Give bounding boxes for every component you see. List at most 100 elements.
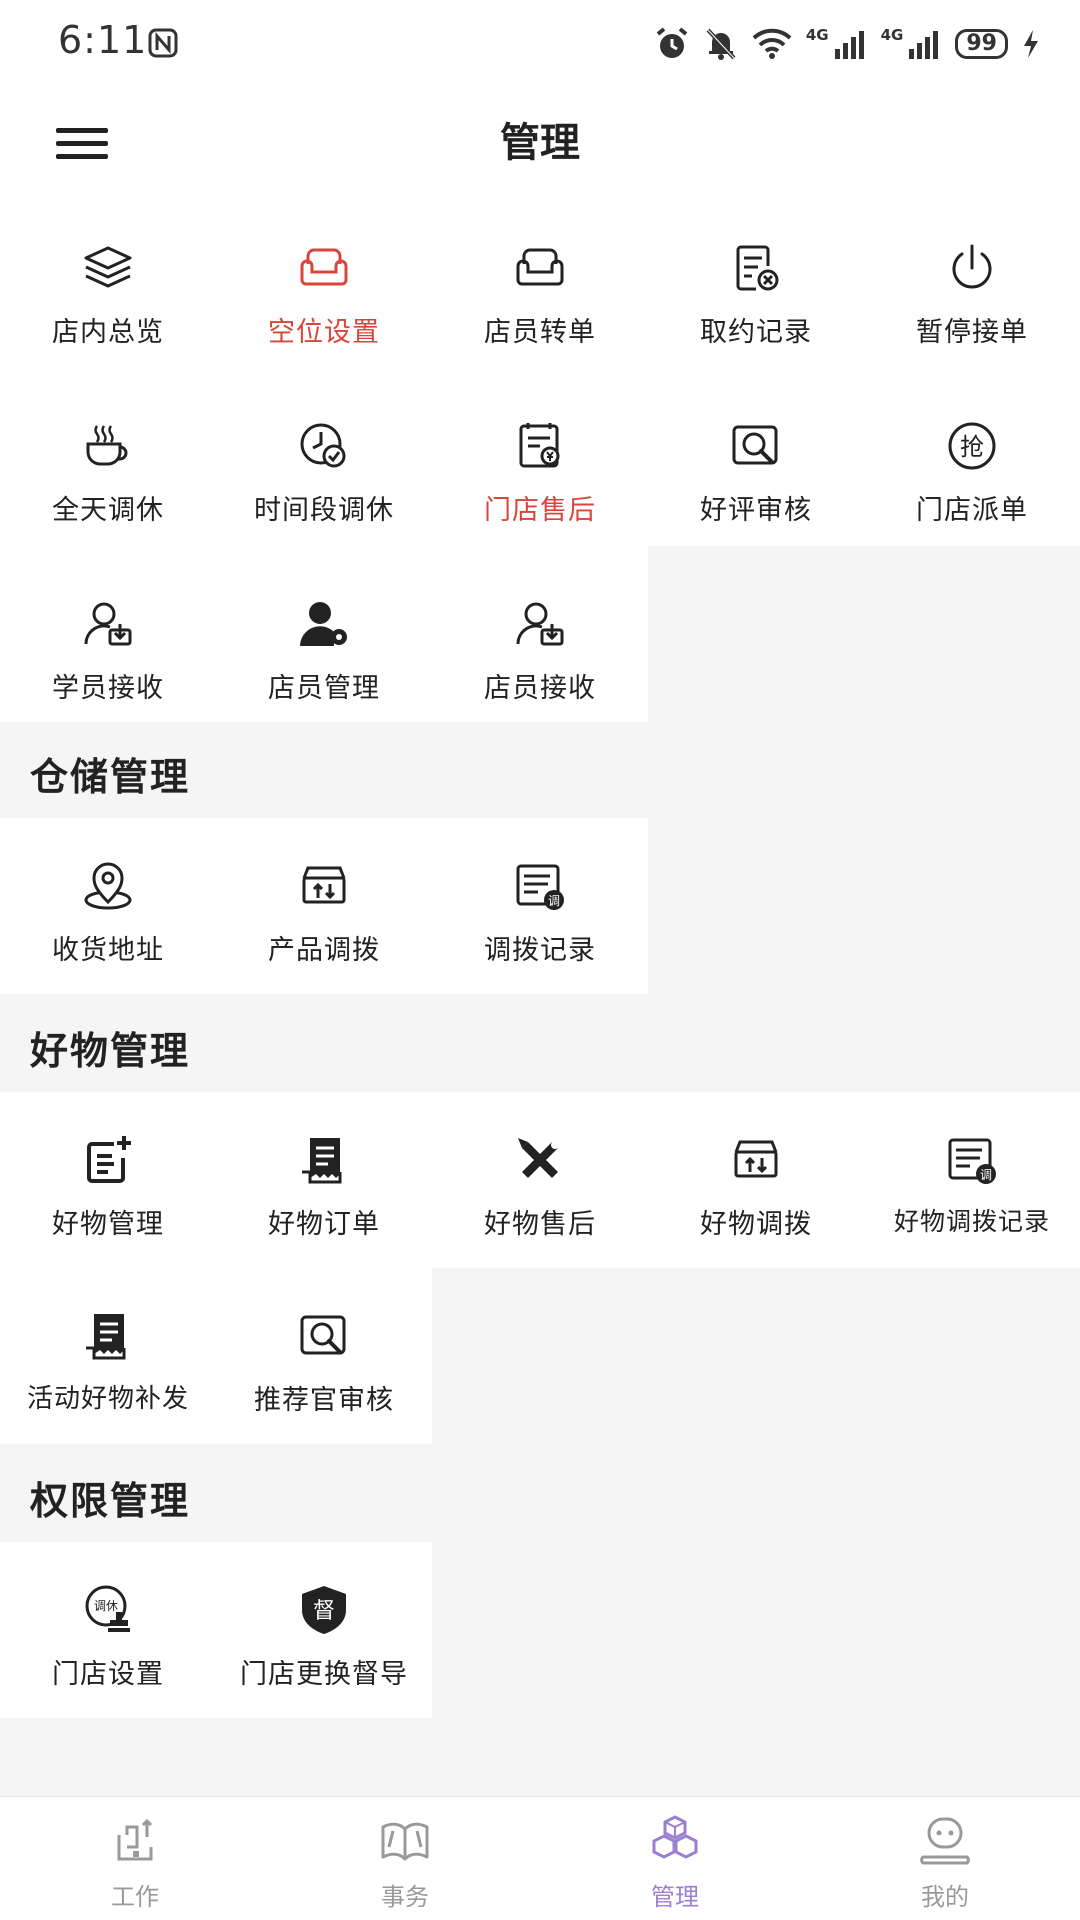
review-search-icon <box>296 1308 352 1364</box>
user-gear-icon <box>296 596 352 652</box>
battery-level: 99 <box>955 29 1008 59</box>
tile-staff-management[interactable]: 店员管理 <box>216 556 432 734</box>
transfer-record-icon: 调 <box>944 1132 1000 1188</box>
profile-icon <box>917 1813 973 1869</box>
tile-review-approval[interactable]: 好评审核 <box>648 378 864 556</box>
tile-label: 调拨记录 <box>484 935 596 966</box>
coffee-cup-icon <box>80 418 136 474</box>
network-type-2: 4G <box>880 26 904 44</box>
book-icon <box>377 1813 433 1869</box>
shield-icon: 督 <box>296 1582 352 1638</box>
section-title-permission: 权限管理 <box>30 1479 191 1523</box>
tile-product-transfer[interactable]: 产品调拨 <box>216 818 432 996</box>
shield-badge: 督 <box>313 1599 335 1624</box>
grab-badge: 抢 <box>960 433 984 461</box>
tile-label: 活动好物补发 <box>26 1384 189 1414</box>
tile-staff-transfer-order[interactable]: 店员转单 <box>432 200 648 378</box>
charging-icon <box>1024 30 1038 58</box>
add-doc-icon <box>80 1132 136 1188</box>
sofa-icon <box>296 240 352 296</box>
tile-vacancy-settings[interactable]: 空位设置 <box>216 200 432 378</box>
tile-label: 收货地址 <box>52 935 164 966</box>
tile-label: 好物订单 <box>268 1209 380 1240</box>
section-title-goods: 好物管理 <box>30 1029 191 1073</box>
record-badge: 调 <box>980 1168 992 1182</box>
nav-item-mine[interactable]: 我的 <box>810 1797 1080 1920</box>
tile-label: 门店派单 <box>916 495 1028 526</box>
tile-store-after-sales[interactable]: 门店售后 <box>432 378 648 556</box>
tile-staff-receive[interactable]: 店员接收 <box>432 556 648 734</box>
tile-goods-management[interactable]: 好物管理 <box>0 1092 216 1270</box>
tile-goods-after-sales[interactable]: 好物售后 <box>432 1092 648 1270</box>
nav-label: 我的 <box>921 1883 969 1911</box>
stamp-badge: 调休 <box>94 1599 118 1613</box>
tile-shipping-address[interactable]: 收货地址 <box>0 818 216 996</box>
signal-icon-1 <box>834 31 864 59</box>
nav-item-work[interactable]: 工作 <box>0 1797 270 1920</box>
tile-label: 店内总览 <box>52 317 164 348</box>
status-icons: 4G 4G 99 <box>654 22 1040 66</box>
nav-item-affairs[interactable]: 事务 <box>270 1797 540 1920</box>
tile-pause-orders[interactable]: 暂停接单 <box>864 200 1080 378</box>
tile-label: 产品调拨 <box>268 935 380 966</box>
status-time: 6:11 <box>58 18 148 62</box>
tile-label: 暂停接单 <box>916 317 1028 348</box>
tile-goods-orders[interactable]: 好物订单 <box>216 1092 432 1270</box>
stamp-icon: 调休 <box>80 1582 136 1638</box>
receipt-icon <box>512 418 568 474</box>
tile-label: 好物管理 <box>52 1209 164 1240</box>
grab-order-icon: 抢 <box>944 418 1000 474</box>
nav-label: 工作 <box>111 1883 159 1911</box>
tile-label: 推荐官审核 <box>254 1385 394 1416</box>
tile-label: 店员管理 <box>268 673 380 704</box>
transfer-box-icon <box>296 858 352 914</box>
alarm-icon <box>656 27 688 58</box>
work-icon <box>107 1813 163 1869</box>
tile-store-overview[interactable]: 店内总览 <box>0 200 216 378</box>
tile-store-dispatch[interactable]: 抢 门店派单 <box>864 378 1080 556</box>
tile-label: 门店更换督导 <box>240 1659 408 1690</box>
tile-trainee-receive[interactable]: 学员接收 <box>0 556 216 734</box>
tile-transfer-records[interactable]: 调 调拨记录 <box>432 818 648 996</box>
user-receive-icon <box>512 596 568 652</box>
record-badge: 调 <box>548 894 560 908</box>
tile-recommender-review[interactable]: 推荐官审核 <box>216 1268 432 1446</box>
nav-label: 管理 <box>651 1883 699 1911</box>
tile-event-goods-reissue[interactable]: 活动好物补发 <box>0 1268 216 1446</box>
review-search-icon <box>728 418 784 474</box>
tile-label: 全天调休 <box>52 495 164 526</box>
armchair-icon <box>512 240 568 296</box>
tile-label: 时间段调休 <box>254 495 394 526</box>
tile-store-settings[interactable]: 调休 门店设置 <box>0 1542 216 1720</box>
tile-goods-transfer-records[interactable]: 调 好物调拨记录 <box>864 1092 1080 1270</box>
cubes-icon <box>647 1813 703 1869</box>
tile-label: 店员接收 <box>484 673 596 704</box>
tile-label: 好物调拨 <box>700 1209 812 1240</box>
power-icon <box>944 240 1000 296</box>
location-pin-icon <box>80 858 136 914</box>
user-receive-icon <box>80 596 136 652</box>
section-title-warehouse: 仓储管理 <box>30 755 191 799</box>
tile-goods-transfer[interactable]: 好物调拨 <box>648 1092 864 1270</box>
tile-label: 门店设置 <box>52 1659 164 1690</box>
tile-label: 好物售后 <box>484 1209 596 1240</box>
tile-label: 取约记录 <box>700 317 812 348</box>
tile-time-slot-off[interactable]: 时间段调休 <box>216 378 432 556</box>
transfer-box-icon <box>728 1132 784 1188</box>
page-title: 管理 <box>500 120 580 166</box>
tile-label: 好评审核 <box>700 495 812 526</box>
clock-check-icon <box>296 418 352 474</box>
nfc-icon <box>148 28 178 58</box>
tools-icon <box>512 1132 568 1188</box>
tile-label: 好物调拨记录 <box>893 1207 1050 1236</box>
tile-cancel-records[interactable]: 取约记录 <box>648 200 864 378</box>
tile-change-supervisor[interactable]: 督 门店更换督导 <box>216 1542 432 1720</box>
order-receipt-icon <box>296 1132 352 1188</box>
tile-label: 店员转单 <box>484 317 596 348</box>
network-type-1: 4G <box>805 26 829 44</box>
bottom-nav: 工作 事务 管理 我的 <box>0 1796 1080 1920</box>
tile-full-day-off[interactable]: 全天调休 <box>0 378 216 556</box>
nav-item-management[interactable]: 管理 <box>540 1797 810 1920</box>
nav-label: 事务 <box>381 1883 429 1911</box>
status-bar: 6:11 4G 4G 99 <box>0 0 1080 90</box>
